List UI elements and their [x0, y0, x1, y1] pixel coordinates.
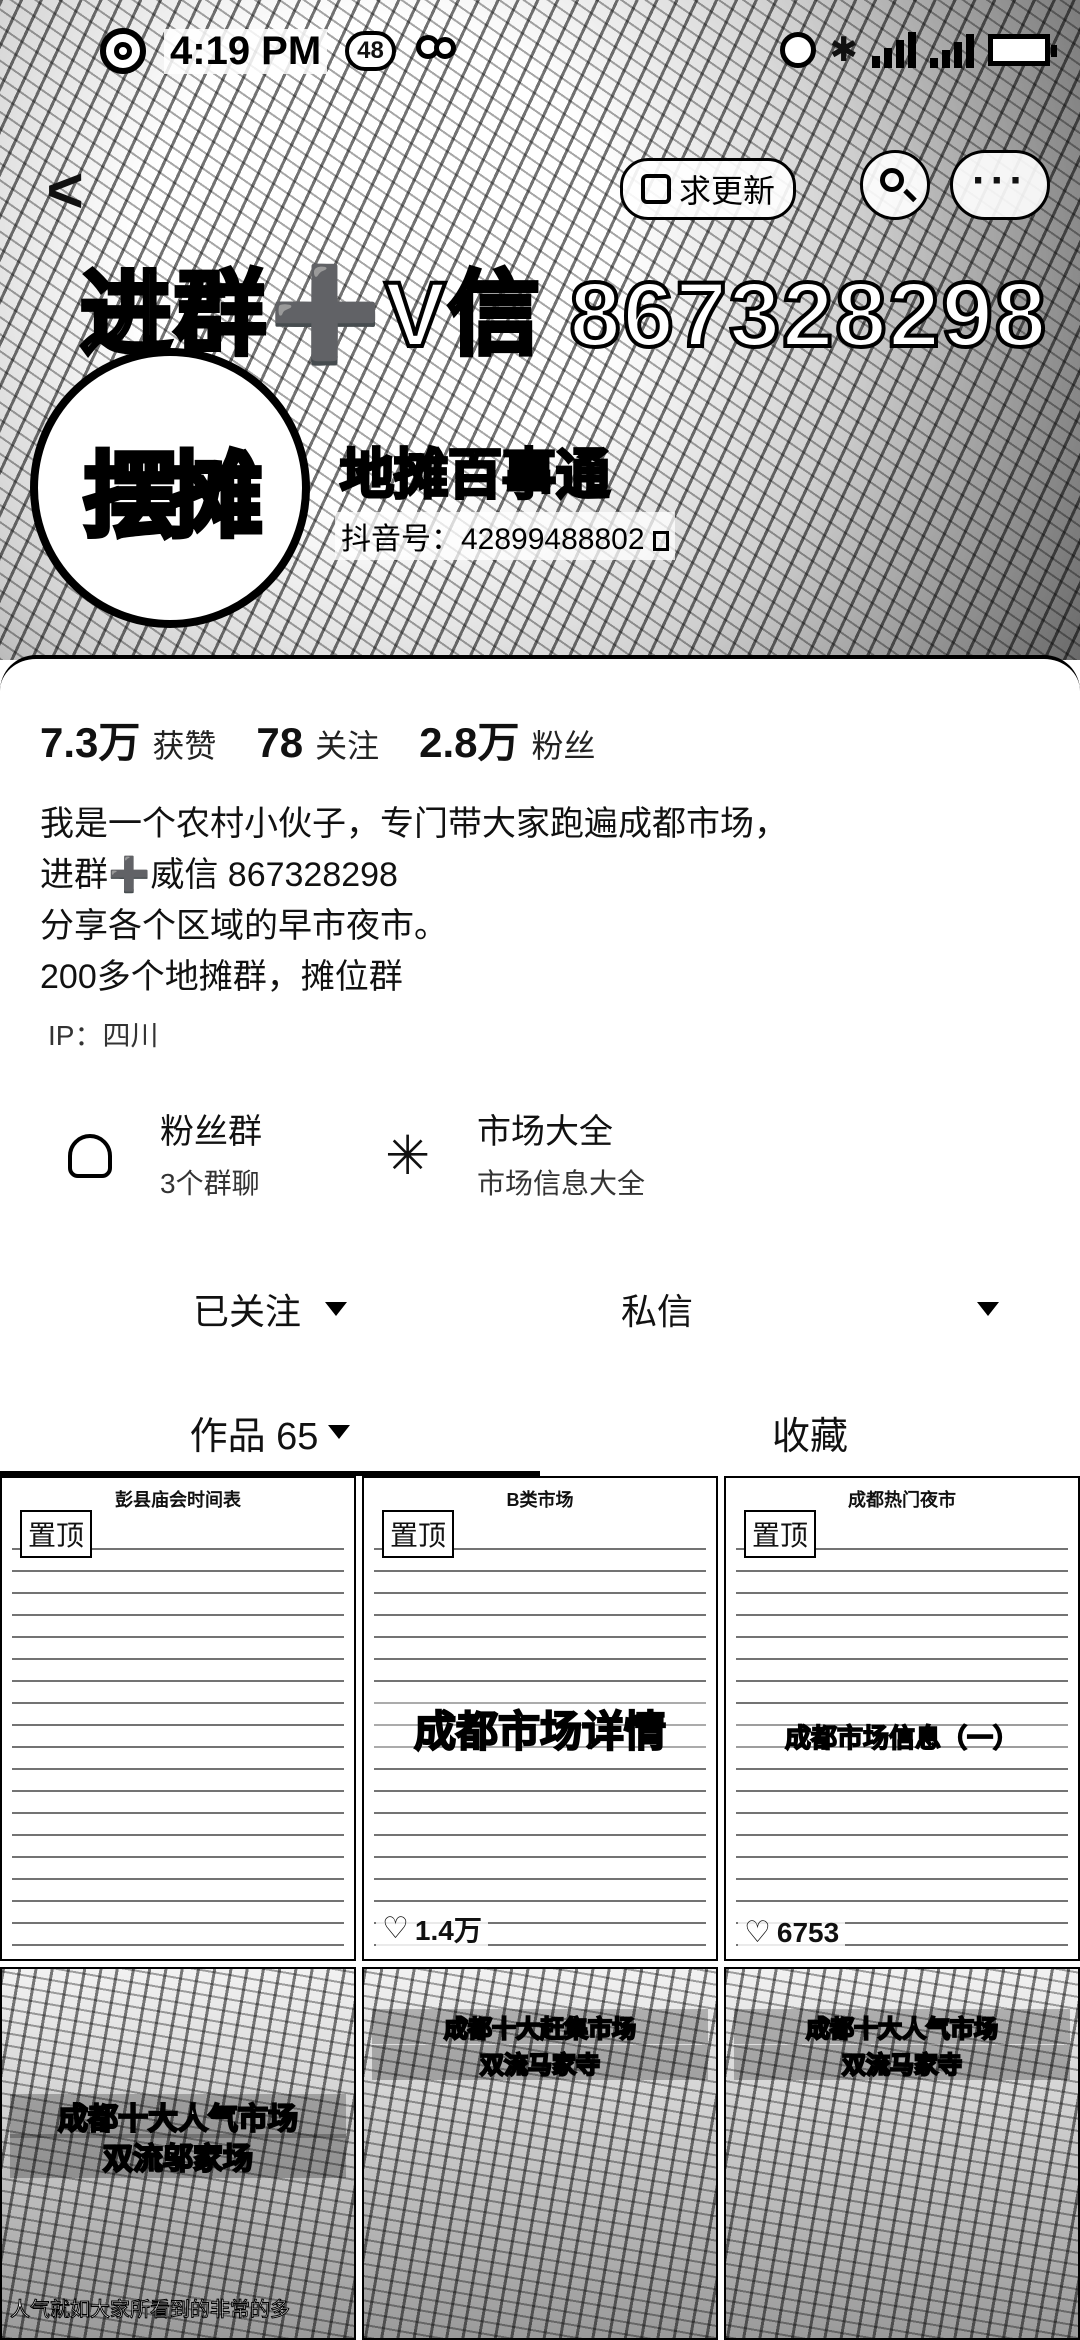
stat-label: 关注: [315, 728, 380, 764]
profile-actions: 已关注 私信: [0, 1259, 1080, 1359]
like-count: ♡ 6753: [738, 1916, 846, 1949]
bio-line: 进群➕威信 867328298: [40, 856, 398, 894]
video-tile[interactable]: 彭县庙会时间表 置顶: [0, 1476, 356, 1961]
ip-location: IP：四川: [48, 1020, 159, 1051]
video-tile[interactable]: 成都十大人气市场 双流马家寺: [724, 1967, 1080, 2340]
request-update-label: 求更新: [679, 173, 776, 209]
tile-overlay-title: 成都市场详情: [374, 1698, 706, 1759]
tab-works-label: 作品 65: [189, 1415, 319, 1458]
status-right: ✱: [779, 30, 1057, 70]
stat-label: 获赞: [152, 728, 217, 764]
tile-title-line: 成都十大赶集市场: [372, 2009, 708, 2044]
tab-favorites[interactable]: 收藏: [540, 1389, 1080, 1475]
video-tile[interactable]: B类市场 置顶 成都市场详情 ♡ 1.4万: [362, 1476, 718, 1961]
like-count-value: 1.4万: [414, 1915, 482, 1946]
video-tile[interactable]: 成都十大人气市场 双流邬家场 人气就如大家所看到的非常的多: [0, 1967, 356, 2340]
copy-icon[interactable]: [652, 531, 669, 552]
tile-caption: 人气就如大家所看到的非常的多: [10, 2299, 291, 2322]
pinned-badge: 置顶: [20, 1510, 93, 1558]
shopping-bag-icon: [641, 174, 671, 204]
search-button[interactable]: [860, 150, 930, 220]
tile-doc-header: B类市场: [506, 1490, 574, 1510]
fans-group-icon: [68, 1134, 112, 1178]
tile-doc-header: 彭县庙会时间表: [115, 1490, 241, 1510]
cellular-signal-2-icon: [930, 32, 974, 68]
video-grid: 彭县庙会时间表 置顶 B类市场 置顶 成都市场详情 ♡ 1.4万 成都热门夜市 …: [0, 1476, 1080, 2340]
tile-title-line: 双流邬家场: [10, 2134, 346, 2178]
profile-bio: 我是一个农村小伙子，专门带大家跑遍成都市场， 进群➕威信 867328298 分…: [40, 799, 1040, 1003]
status-left: 4:19 PM 48: [100, 28, 456, 74]
status-time: 4:19 PM: [164, 28, 328, 74]
avatar[interactable]: 摆摊: [30, 348, 310, 628]
stat-value: 2.8万: [419, 719, 520, 766]
message-label: 私信: [620, 1291, 693, 1332]
douyin-id[interactable]: 抖音号：42899488802: [335, 512, 675, 560]
followed-button[interactable]: 已关注: [20, 1259, 520, 1359]
stat-label: 粉丝: [531, 728, 596, 764]
avatar-logo: 摆摊: [81, 443, 264, 550]
pinned-badge: 置顶: [744, 1510, 817, 1558]
profile-nickname: 地摊百事通: [339, 444, 612, 507]
cover-banner-text: 进群➕V信 867328298: [78, 262, 1048, 368]
heart-icon: ♡: [382, 1912, 409, 1945]
asterisk-icon: ✳: [385, 1126, 431, 1186]
bluetooth-icon: ✱: [829, 31, 859, 69]
chevron-down-icon: [328, 1425, 351, 1439]
tile-title-line: 成都十大人气市场: [734, 2009, 1070, 2044]
doc-table: [12, 1548, 344, 1949]
request-update-button[interactable]: 求更新: [620, 158, 797, 220]
stat-followers[interactable]: 2.8万 粉丝: [419, 709, 595, 770]
entry-title: 粉丝群: [160, 1113, 262, 1151]
stat-following[interactable]: 78 关注: [256, 719, 379, 767]
video-tile[interactable]: 成都十大赶集市场 双流马家寺: [362, 1967, 718, 2340]
content-tabs: 作品 65 收藏: [0, 1389, 1080, 1479]
bio-line: 分享各个区域的早市夜市。: [40, 907, 448, 945]
tab-works[interactable]: 作品 65: [0, 1389, 540, 1475]
stat-value: 78: [256, 719, 304, 766]
cellular-signal-icon: [872, 32, 916, 68]
bio-line: 我是一个农村小伙子，专门带大家跑遍成都市场，: [40, 805, 788, 843]
like-count: ♡ 1.4万: [376, 1909, 488, 1949]
alarm-icon: [779, 32, 816, 68]
stat-value: 7.3万: [40, 719, 141, 766]
tile-overlay-title: 成都市场信息（一）: [736, 1718, 1068, 1755]
tab-favorites-label: 收藏: [771, 1415, 848, 1458]
video-tile[interactable]: 成都热门夜市 置顶 成都市场信息（一） ♡ 6753: [724, 1476, 1080, 1961]
bio-line: 200多个地摊群，摊位群: [40, 958, 403, 996]
profile-entries: 粉丝群 3个群聊 ✳ 市场大全 市场信息大全: [0, 1104, 1080, 1204]
pinned-badge: 置顶: [382, 1510, 455, 1558]
back-icon[interactable]: <: [20, 155, 110, 225]
entry-subtitle: 市场信息大全: [477, 1168, 646, 1199]
battery-icon: [988, 34, 1057, 66]
entry-subtitle: 3个群聊: [160, 1168, 260, 1199]
tile-doc-header: 成都热门夜市: [848, 1490, 956, 1510]
tile-title-line: 双流马家寺: [372, 2045, 708, 2080]
tile-title-line: 成都十大人气市场: [10, 2094, 346, 2138]
profile-stats: 7.3万 获赞 78 关注 2.8万 粉丝: [40, 709, 596, 770]
fans-group-entry[interactable]: 粉丝群 3个群聊: [68, 1104, 428, 1204]
profile-cover: 4:19 PM 48 ✱ < 求更新 ··· 进群➕V信 867328298 摆…: [0, 0, 1080, 660]
tile-title-line: 双流马家寺: [734, 2045, 1070, 2080]
followed-label: 已关注: [192, 1291, 301, 1332]
more-options-button[interactable]: ···: [950, 150, 1050, 220]
stat-likes[interactable]: 7.3万 获赞: [40, 709, 216, 770]
heart-icon: ♡: [744, 1916, 771, 1949]
entry-title: 市场大全: [477, 1113, 613, 1151]
profile-card: 7.3万 获赞 78 关注 2.8万 粉丝 我是一个农村小伙子，专门带大家跑遍成…: [0, 655, 1080, 1479]
top-nav: < 求更新 ···: [0, 150, 1080, 230]
contacts-icon: [414, 33, 456, 69]
status-bar: 4:19 PM 48 ✱: [0, 0, 1080, 120]
douyin-id-text: 抖音号：42899488802: [341, 523, 645, 556]
market-directory-entry[interactable]: ✳ 市场大全 市场信息大全: [385, 1104, 785, 1204]
message-button[interactable]: 私信: [560, 1259, 1060, 1359]
notification-count-badge: 48: [345, 31, 396, 71]
app-notification-icon: [100, 28, 146, 74]
dropdown-triangle-icon[interactable]: [977, 1302, 999, 1316]
like-count-value: 6753: [776, 1917, 840, 1948]
dropdown-triangle-icon: [325, 1302, 347, 1316]
